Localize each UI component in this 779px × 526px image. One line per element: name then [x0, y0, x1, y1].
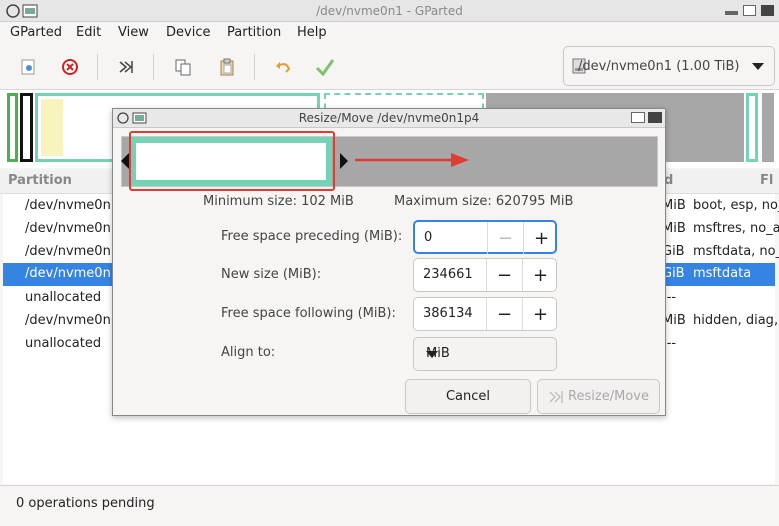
annotation-highlight-box [129, 131, 335, 191]
column-flags[interactable]: Fl [760, 173, 773, 188]
map-partition-recovery[interactable] [746, 93, 758, 162]
new-partition-button[interactable] [14, 54, 42, 80]
align-dropdown[interactable]: MiB [413, 337, 557, 371]
undo-icon [276, 62, 291, 73]
left-resize-handle[interactable] [121, 153, 129, 169]
right-resize-handle[interactable] [340, 153, 348, 169]
align-label: Align to: [221, 345, 276, 360]
apply-button[interactable] [311, 54, 339, 80]
resize-move-label: Resize/Move [568, 389, 649, 404]
menu-partition[interactable]: Partition [227, 25, 281, 40]
paste-button[interactable] [213, 54, 241, 80]
row-size: MiB [662, 221, 686, 236]
row-flags: msftdata, no_ [693, 244, 779, 259]
min-size-label: Minimum size: 102 MiB [203, 194, 354, 209]
cancel-button[interactable]: Cancel [405, 379, 531, 414]
toolbar-separator [254, 54, 255, 80]
row-size: MiB [662, 313, 686, 328]
resize-move-dialog: Resize/Move /dev/nvme0n1p4 Minimum size:… [112, 108, 666, 416]
row-size: GiB [662, 244, 685, 259]
status-bar: 0 operations pending [0, 485, 779, 526]
delete-partition-button[interactable] [56, 54, 84, 80]
minimize-button[interactable] [725, 11, 738, 15]
resize-move-icon [119, 61, 133, 73]
chevron-down-icon [752, 63, 764, 70]
following-input[interactable]: 386134 [423, 306, 473, 321]
undo-button[interactable] [269, 54, 297, 80]
row-partition: unallocated [25, 336, 102, 351]
preceding-input[interactable]: 0 [424, 230, 432, 245]
row-partition: unallocated [25, 290, 102, 305]
new-size-input[interactable]: 234661 [423, 267, 473, 282]
row-flags: boot, esp, no_ [693, 198, 779, 213]
preceding-spinner: 0 − + [413, 220, 557, 254]
new-size-label: New size (MiB): [221, 267, 322, 282]
chevron-down-icon [426, 351, 438, 358]
following-spinner: 386134 − + [413, 297, 557, 331]
row-size: --- [662, 290, 677, 305]
row-partition: /dev/nvme0n1 [25, 313, 120, 328]
map-partition-efi[interactable] [7, 93, 18, 162]
decrement-button[interactable]: − [487, 222, 523, 254]
new-icon [21, 59, 35, 75]
maximize-button[interactable] [631, 112, 645, 123]
new-size-spinner: 234661 − + [413, 258, 557, 292]
apply-icon [315, 59, 335, 76]
resize-move-button[interactable] [112, 54, 140, 80]
preceding-label: Free space preceding (MiB): [221, 229, 403, 244]
row-flags: msftdata [693, 266, 752, 281]
resize-move-icon [549, 390, 563, 403]
row-partition: /dev/nvme0n1 [25, 198, 120, 213]
delete-icon [62, 59, 78, 75]
menu-view[interactable]: View [118, 25, 149, 40]
annotation-arrow-icon [355, 153, 469, 167]
window-title: /dev/nvme0n1 - GParted [316, 4, 463, 18]
menu-gparted[interactable]: GParted [10, 25, 62, 40]
row-partition: /dev/nvme0n1 [25, 266, 120, 281]
row-size: MiB [662, 198, 686, 213]
cancel-label: Cancel [445, 389, 491, 404]
window-titlebar: /dev/nvme0n1 - GParted [0, 0, 779, 22]
close-dialog-button[interactable] [648, 112, 662, 123]
row-partition: /dev/nvme0n1 [25, 221, 120, 236]
decrement-button[interactable]: − [486, 259, 522, 291]
decrement-button[interactable]: − [486, 298, 522, 330]
toolbar-separator [153, 54, 154, 80]
column-partition[interactable]: Partition [8, 173, 72, 188]
max-size-label: Maximum size: 620795 MiB [394, 194, 574, 209]
copy-button[interactable] [169, 54, 197, 80]
dialog-title: Resize/Move /dev/nvme0n1p4 [298, 111, 480, 125]
menu-help[interactable]: Help [297, 25, 327, 40]
close-window-button[interactable] [761, 5, 774, 16]
resize-move-confirm-button[interactable]: Resize/Move [537, 379, 660, 414]
menubar: GParted Edit View Device Partition Help [0, 22, 779, 44]
row-flags: msftres, no_a [693, 221, 779, 236]
device-selector[interactable]: /dev/nvme0n1 (1.00 TiB) [563, 46, 775, 86]
paste-icon [220, 58, 234, 76]
menu-device[interactable]: Device [166, 25, 210, 40]
row-size: --- [662, 336, 677, 351]
increment-button[interactable]: + [522, 259, 558, 291]
map-partition-msr[interactable] [20, 93, 33, 162]
map-unallocated-end[interactable] [762, 93, 774, 162]
increment-button[interactable]: + [522, 298, 558, 330]
copy-icon [175, 59, 191, 76]
device-label: /dev/nvme0n1 (1.00 TiB) [578, 58, 740, 74]
maximize-button[interactable] [743, 5, 756, 16]
following-label: Free space following (MiB): [221, 306, 396, 321]
menu-edit[interactable]: Edit [76, 25, 101, 40]
row-size: GiB [662, 266, 685, 281]
status-text: 0 operations pending [16, 496, 155, 511]
dialog-titlebar: Resize/Move /dev/nvme0n1p4 [113, 109, 665, 128]
increment-button[interactable]: + [523, 222, 559, 254]
row-partition: /dev/nvme0n1 [25, 244, 120, 259]
toolbar-separator [97, 54, 98, 80]
row-flags: hidden, diag, [693, 313, 779, 328]
